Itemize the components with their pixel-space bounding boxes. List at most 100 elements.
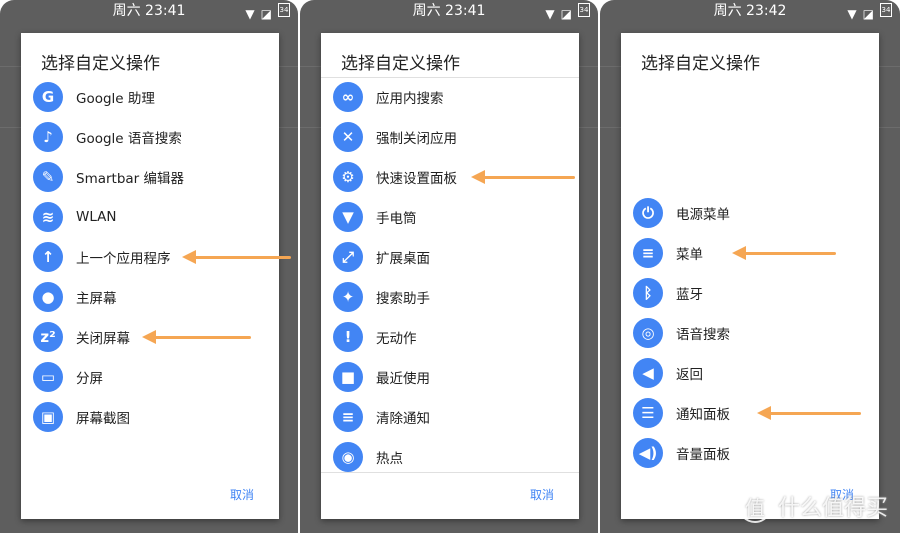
action-label: 菜单 (676, 247, 703, 263)
binoculars-icon: ∞ (333, 82, 363, 112)
action-label: Google 助理 (76, 91, 155, 107)
dialog-title: 选择自定义操作 (341, 54, 460, 74)
action-label: 屏幕截图 (76, 411, 130, 427)
status-bar: 周六 23:41 ▼ ◪ 34 (300, 0, 598, 22)
action-item[interactable]: ◎ 语音搜索 (633, 316, 730, 350)
status-bar: 周六 23:42 ▼ ◪ 34 (600, 0, 900, 22)
home-icon: ● (33, 282, 63, 312)
notification-list-icon: ☰ (633, 398, 663, 428)
phone-screen: 周六 23:41 ▼ ◪ 34 选择自定义操作 G Google 助理 ♪ Google … (0, 0, 298, 533)
fullscreen-icon: ⤢ (333, 242, 363, 272)
flashlight-icon: ▼ (333, 202, 363, 232)
watermark: 值什么值得买 (737, 489, 888, 523)
action-label: 蓝牙 (676, 287, 703, 303)
action-label: 快速设置面板 (376, 171, 457, 187)
action-item[interactable]: G Google 助理 (33, 80, 155, 114)
clock: 周六 23:41 (112, 3, 186, 19)
action-item[interactable]: ⚙ 快速设置面板 (333, 160, 457, 194)
action-item[interactable]: ! 无动作 (333, 320, 417, 354)
action-item[interactable]: ᛒ 蓝牙 (633, 276, 703, 310)
wifi-icon: ▼ (545, 7, 555, 21)
cancel-button[interactable]: 取消 (230, 486, 254, 503)
action-label: Smartbar 编辑器 (76, 171, 185, 187)
settings-icon: ⚙ (333, 162, 363, 192)
action-item[interactable]: ♪ Google 语音搜索 (33, 120, 182, 154)
power-icon: ⏻ (633, 198, 663, 228)
battery-icon: 34 (578, 3, 590, 17)
action-label: WLAN (76, 209, 117, 225)
action-item[interactable]: ☰ 通知面板 (633, 396, 730, 430)
action-label: 语音搜索 (676, 327, 730, 343)
clear-notifications-icon: ≡ (333, 402, 363, 432)
action-item[interactable]: ● 主屏幕 (33, 280, 117, 314)
action-item[interactable]: ∞ 应用内搜索 (333, 80, 444, 114)
action-label: 无动作 (376, 331, 417, 347)
action-item[interactable]: ◉ 热点 (333, 440, 403, 474)
wifi-icon: ▼ (847, 7, 857, 21)
annotation-arrow (732, 246, 836, 260)
action-item[interactable]: ▭ 分屏 (33, 360, 103, 394)
annotation-arrow (757, 406, 861, 420)
action-item[interactable]: ◀ 返回 (633, 356, 703, 390)
action-label: 手电筒 (376, 211, 417, 227)
cancel-button[interactable]: 取消 (530, 486, 554, 503)
battery-icon: 34 (278, 3, 290, 17)
voice-search-icon: ◎ (633, 318, 663, 348)
action-item[interactable]: ■ 最近使用 (333, 360, 430, 394)
status-bar: 周六 23:41 ▼ ◪ 34 (0, 0, 298, 22)
dialog-title: 选择自定义操作 (641, 54, 760, 74)
action-label: 热点 (376, 451, 403, 467)
custom-action-dialog: 选择自定义操作 ⏻ 电源菜单 ≡ 菜单 ᛒ 蓝牙 ◎ 语音搜索 ◀ 返回 ☰ 通知面板 ◀) 音量面板 取消 (621, 33, 879, 519)
wifi-icon: ≋ (33, 202, 63, 232)
action-item[interactable]: ✕ 强制关闭应用 (333, 120, 457, 154)
action-label: 清除通知 (376, 411, 430, 427)
action-item[interactable]: ◀) 音量面板 (633, 436, 730, 470)
action-item[interactable]: ⤢ 扩展桌面 (333, 240, 430, 274)
dialog-title: 选择自定义操作 (41, 54, 160, 74)
screenshot-icon: ▣ (33, 402, 63, 432)
action-label: 返回 (676, 367, 703, 383)
clock: 周六 23:41 (412, 3, 486, 19)
action-item[interactable]: z² 关闭屏幕 (33, 320, 130, 354)
action-label: 电源菜单 (676, 207, 730, 223)
alert-icon: ! (333, 322, 363, 352)
assistant-icon: ✦ (333, 282, 363, 312)
action-label: 强制关闭应用 (376, 131, 457, 147)
custom-action-dialog: 选择自定义操作 ∞ 应用内搜索 ✕ 强制关闭应用 ⚙ 快速设置面板 ▼ 手电筒 ⤢ 扩展桌面 ✦ 搜索… (321, 33, 579, 519)
back-icon: ◀ (633, 358, 663, 388)
action-item[interactable]: ✎ Smartbar 编辑器 (33, 160, 184, 194)
hotspot-icon: ◉ (333, 442, 363, 472)
annotation-arrow (142, 330, 251, 344)
action-item[interactable]: ▼ 手电筒 (333, 200, 417, 234)
action-item[interactable]: ▣ 屏幕截图 (33, 400, 130, 434)
close-icon: ✕ (333, 122, 363, 152)
action-label: 主屏幕 (76, 291, 117, 307)
battery-icon: 34 (880, 3, 892, 17)
phone-screen: 周六 23:42 ▼ ◪ 34 选择自定义操作 ⏻ 电源菜单 ≡ 菜单 ᛒ 蓝牙 ◎ 语音搜索 ◀ 返… (600, 0, 900, 533)
action-label: 最近使用 (376, 371, 430, 387)
volume-icon: ◀) (633, 438, 663, 468)
split-screen-icon: ▭ (33, 362, 63, 392)
action-label: 扩展桌面 (376, 251, 430, 267)
annotation-arrow (182, 250, 291, 264)
mic-icon: ♪ (33, 122, 63, 152)
action-item[interactable]: ≡ 菜单 (633, 236, 703, 270)
clock: 周六 23:42 (713, 3, 787, 19)
action-item[interactable]: ⏻ 电源菜单 (633, 196, 730, 230)
action-label: Google 语音搜索 (76, 131, 182, 147)
action-label: 分屏 (76, 371, 103, 387)
action-label: 通知面板 (676, 407, 730, 423)
previous-app-icon: ↑ (33, 242, 63, 272)
sleep-icon: z² (33, 322, 63, 352)
action-item[interactable]: ↑ 上一个应用程序 (33, 240, 171, 274)
action-label: 音量面板 (676, 447, 730, 463)
action-item[interactable]: ≋ WLAN (33, 200, 117, 234)
annotation-arrow (471, 170, 575, 184)
action-label: 关闭屏幕 (76, 331, 130, 347)
action-item[interactable]: ✦ 搜索助手 (333, 280, 430, 314)
custom-action-dialog: 选择自定义操作 G Google 助理 ♪ Google 语音搜索 ✎ Smartbar … (21, 33, 291, 519)
no-sim-icon: ◪ (260, 7, 272, 21)
no-sim-icon: ◪ (560, 7, 572, 21)
action-item[interactable]: ≡ 清除通知 (333, 400, 430, 434)
action-label: 搜索助手 (376, 291, 430, 307)
